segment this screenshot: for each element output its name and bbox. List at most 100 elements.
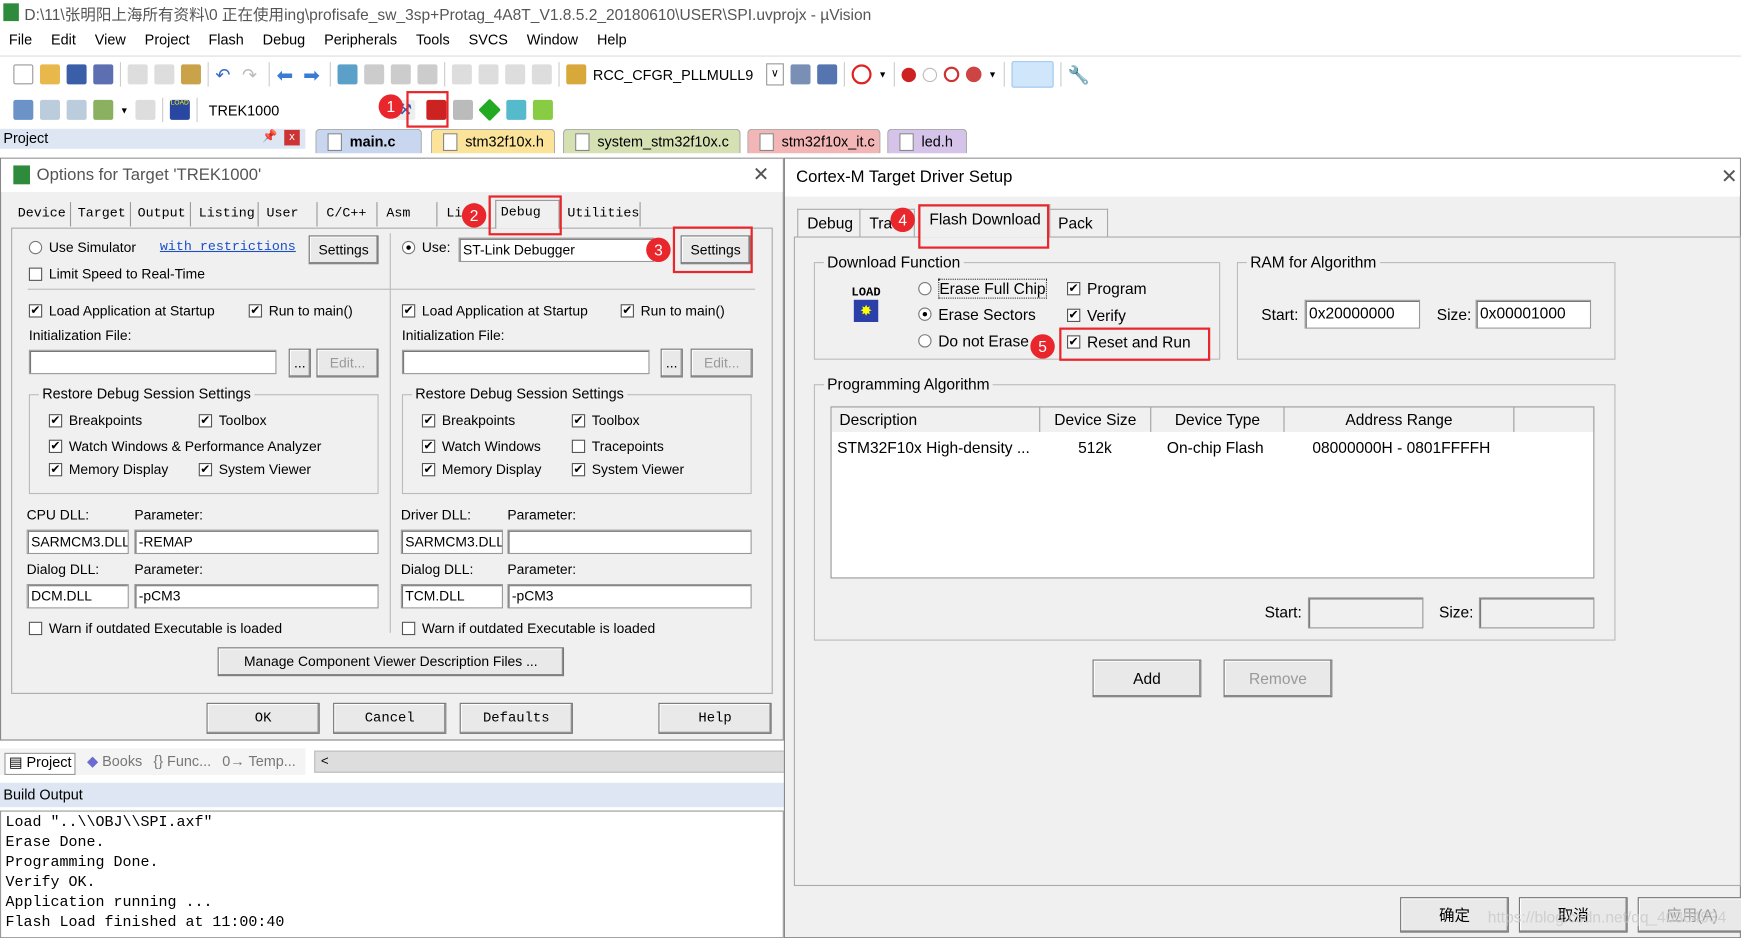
remove-button[interactable]: Remove (1223, 659, 1333, 698)
right-toolbox-checkbox[interactable]: ✔ Toolbox (571, 413, 640, 429)
manage-component-viewer-button[interactable]: Manage Component Viewer Description File… (217, 647, 565, 677)
paste-icon[interactable] (180, 64, 201, 85)
tab-output[interactable]: Output (133, 202, 192, 227)
left-breakpoints-checkbox[interactable]: ✔ Breakpoints (48, 413, 142, 429)
left-edit-button[interactable]: Edit... (316, 348, 379, 378)
with-restrictions-link[interactable]: with restrictions (160, 239, 296, 255)
configure-icon[interactable]: 🔧 (1068, 64, 1090, 86)
right-dialog-dll-input[interactable]: TCM.DLL (400, 584, 503, 609)
ram-size-input[interactable]: 0x00001000 (1475, 299, 1592, 329)
copy-icon[interactable] (154, 64, 175, 85)
right-load-app-checkbox[interactable]: ✔ Load Application at Startup (401, 303, 588, 319)
find-combo[interactable]: RCC_CFGR_PLLMULL9 (593, 66, 760, 83)
next-bookmark-icon[interactable] (390, 64, 411, 85)
menu-flash[interactable]: Flash (208, 31, 243, 48)
forward-icon[interactable]: ➡ (303, 64, 323, 86)
tab-user[interactable]: User (262, 202, 318, 227)
pack-installer-icon[interactable] (532, 99, 553, 120)
select-packs-icon[interactable] (506, 99, 527, 120)
menu-tools[interactable]: Tools (416, 31, 450, 48)
limit-speed-checkbox[interactable]: Limit Speed to Real-Time (28, 266, 205, 282)
file-extensions-icon[interactable] (452, 99, 473, 120)
column-device-size[interactable]: Device Size (1040, 407, 1152, 432)
use-simulator-radio[interactable]: Use Simulator (28, 240, 136, 255)
save-all-icon[interactable] (93, 64, 114, 85)
editor-tab-stm32f10x-it-c[interactable]: stm32f10x_it.c (747, 128, 881, 154)
disable-breakpoint-icon[interactable] (922, 67, 938, 82)
cortex-tab-debug[interactable]: Debug (797, 208, 863, 237)
cpu-param-input[interactable]: -REMAP (134, 529, 379, 555)
add-button[interactable]: Add (1092, 659, 1202, 698)
right-dialog-param-input[interactable]: -pCM3 (507, 584, 752, 609)
open-folder-icon[interactable] (39, 64, 60, 85)
scroll-left-icon[interactable]: < (321, 753, 329, 769)
cpu-dll-input[interactable]: SARMCM3.DLL (26, 529, 129, 555)
uncomment-icon[interactable] (531, 64, 552, 85)
left-run-to-main-checkbox[interactable]: ✔ Run to main() (248, 303, 353, 319)
right-watch-checkbox[interactable]: ✔ Watch Windows (421, 439, 541, 454)
column-description[interactable]: Description (831, 407, 1041, 432)
tab-utilities[interactable]: Utilities (562, 202, 641, 227)
debugger-select[interactable]: ST-Link Debugger (458, 237, 654, 263)
right-run-to-main-checkbox[interactable]: ✔ Run to main() (620, 303, 725, 319)
driver-param-input[interactable] (507, 529, 752, 555)
left-warn-checkbox[interactable]: Warn if outdated Executable is loaded (28, 621, 282, 636)
kill-breakpoints-icon[interactable] (965, 66, 982, 83)
find-icon[interactable] (790, 64, 811, 85)
undo-icon[interactable]: ↶ (215, 64, 235, 86)
left-toolbox-checkbox[interactable]: ✔ Toolbox (198, 413, 267, 429)
breakpoint-icon[interactable] (901, 67, 916, 82)
menu-edit[interactable]: Edit (51, 31, 76, 48)
find-combo-dropdown[interactable]: ∨ (766, 63, 784, 86)
save-icon[interactable] (66, 64, 87, 85)
right-browse-button[interactable]: ... (660, 348, 683, 378)
editor-tab-main-c[interactable]: main.c (315, 128, 422, 154)
ram-start-input[interactable]: 0x20000000 (1304, 299, 1421, 329)
stop-build-icon[interactable] (135, 99, 156, 120)
verify-checkbox[interactable]: ✔ Verify (1066, 306, 1126, 324)
tab-books[interactable]: ◆ Books (87, 753, 142, 775)
menu-help[interactable]: Help (597, 31, 627, 48)
debug-session-icon[interactable] (851, 64, 872, 85)
do-not-erase-radio[interactable]: Do not Erase (918, 332, 1029, 350)
translate-icon[interactable] (13, 99, 34, 120)
bookmark-icon[interactable] (337, 64, 358, 85)
menu-peripherals[interactable]: Peripherals (324, 31, 397, 48)
close-pane-icon[interactable]: x (284, 129, 300, 146)
left-sysviewer-checkbox[interactable]: ✔ System Viewer (198, 462, 311, 477)
tab-listing[interactable]: Listing (194, 202, 259, 227)
indent-icon[interactable] (451, 64, 472, 85)
column-address-range[interactable]: Address Range (1284, 407, 1515, 432)
back-icon[interactable]: ⬅ (276, 64, 296, 86)
clear-bookmarks-icon[interactable] (417, 64, 438, 85)
cancel-button[interactable]: Cancel (333, 702, 447, 734)
right-sysviewer-checkbox[interactable]: ✔ System Viewer (571, 462, 684, 477)
manage-packs-icon[interactable] (478, 98, 501, 122)
left-init-file-input[interactable] (28, 349, 277, 375)
defaults-button[interactable]: Defaults (459, 702, 573, 734)
menu-debug[interactable]: Debug (263, 31, 306, 48)
right-warn-checkbox[interactable]: Warn if outdated Executable is loaded (401, 621, 655, 636)
dialog-param-input[interactable]: -pCM3 (134, 584, 379, 609)
prev-bookmark-icon[interactable] (364, 64, 385, 85)
new-file-icon[interactable] (13, 64, 34, 85)
load-icon[interactable]: LOAD (169, 99, 190, 120)
menu-view[interactable]: View (95, 31, 126, 48)
right-init-file-input[interactable] (401, 349, 650, 375)
tab-device[interactable]: Device (13, 202, 72, 227)
tab-target[interactable]: Target (73, 202, 132, 227)
redo-icon[interactable]: ↷ (242, 64, 262, 86)
pin-icon[interactable]: 📌 (262, 129, 277, 143)
batch-build-icon[interactable] (93, 99, 114, 120)
alg-size-input[interactable] (1478, 597, 1595, 629)
cortex-tab-pack[interactable]: Pack (1048, 208, 1109, 237)
target-select[interactable]: TREK1000 (209, 102, 387, 119)
right-memory-checkbox[interactable]: ✔ Memory Display (421, 462, 541, 477)
rebuild-icon[interactable] (66, 99, 87, 120)
tab-cc[interactable]: C/C++ (321, 202, 378, 227)
ok-button[interactable]: OK (206, 702, 320, 734)
tab-asm[interactable]: Asm (381, 202, 438, 227)
right-tracepoints-checkbox[interactable]: Tracepoints (571, 439, 664, 454)
editor-tab-stm32f10x-h[interactable]: stm32f10x.h (430, 128, 556, 154)
close-icon[interactable]: ✕ (753, 163, 770, 186)
